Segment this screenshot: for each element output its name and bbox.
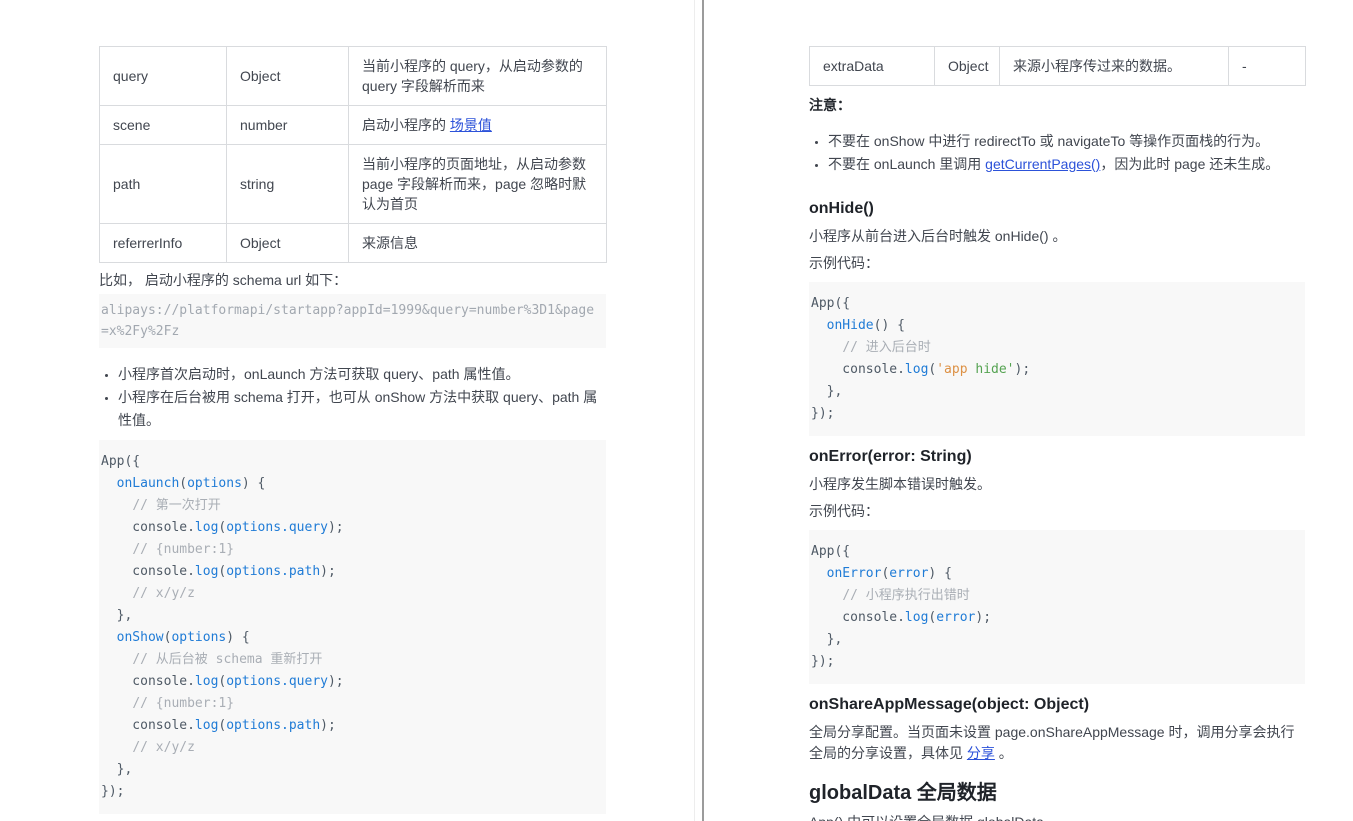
table-row-referrerinfo: referrerInfo Object 来源信息 <box>99 223 607 263</box>
param-type: string <box>226 144 349 224</box>
schema-intro-text: 比如， 启动小程序的 schema url 如下： <box>99 272 348 288</box>
param-type: number <box>226 105 349 145</box>
param-type: Object <box>226 223 349 263</box>
table-row-path: path string 当前小程序的页面地址，从启动参数 page 字段解析而来… <box>99 144 607 224</box>
page-edge-line <box>694 0 695 821</box>
section-title-onerror: onError(error: String) <box>809 448 972 465</box>
param-type: Object <box>934 46 1000 86</box>
param-desc: 当前小程序的页面地址，从启动参数 page 字段解析而来，page 忽略时默认为… <box>348 144 607 224</box>
onerror-desc: 小程序发生脚本错误时触发。 <box>809 476 991 492</box>
app-lifecycle-code-block: App({ onLaunch(options) { // 第一次打开 conso… <box>99 440 606 814</box>
schema-url-code: alipays://platformapi/startapp?appId=199… <box>99 294 606 348</box>
list-item: 小程序首次启动时，onLaunch 方法可获取 query、path 属性值。 <box>118 363 606 386</box>
scene-value-link[interactable]: 场景值 <box>450 117 492 133</box>
onhide-code-block: App({ onHide() { // 进入后台时 console.log('a… <box>809 282 1305 436</box>
param-desc: 启动小程序的 场景值 <box>348 105 607 145</box>
param-name: referrerInfo <box>99 223 227 263</box>
desc-text: 启动小程序的 <box>362 117 450 133</box>
section-title-onshareappmessage: onShareAppMessage(object: Object) <box>809 696 1090 713</box>
globaldata-desc: App() 中可以设置全局数据 globalData。 <box>809 812 1305 821</box>
param-name: extraData <box>809 46 935 86</box>
notice-label: 注意： <box>809 97 851 113</box>
table-row-scene: scene number 启动小程序的 场景值 <box>99 105 607 145</box>
param-desc: 当前小程序的 query，从启动参数的 query 字段解析而来 <box>348 46 607 106</box>
onshare-desc: 全局分享配置。当页面未设置 page.onShareAppMessage 时，调… <box>809 722 1305 764</box>
param-name: query <box>99 46 227 106</box>
sample-code-label: 示例代码： <box>809 255 879 271</box>
sample-code-label: 示例代码： <box>809 503 879 519</box>
param-type: Object <box>226 46 349 106</box>
page-left: query Object 当前小程序的 query，从启动参数的 query 字… <box>99 46 607 821</box>
share-link[interactable]: 分享 <box>967 745 995 761</box>
section-title-globaldata: globalData 全局数据 <box>809 782 997 804</box>
list-item: 不要在 onShow 中进行 redirectTo 或 navigateTo 等… <box>828 130 1305 153</box>
param-name: path <box>99 144 227 224</box>
param-min-version: - <box>1228 46 1306 86</box>
page-right: extraData Object 来源小程序传过来的数据。 - 注意： 不要在 … <box>809 46 1306 821</box>
app-options-table: query Object 当前小程序的 query，从启动参数的 query 字… <box>99 46 607 263</box>
param-desc: 来源小程序传过来的数据。 <box>999 46 1229 86</box>
param-desc: 来源信息 <box>348 223 607 263</box>
table-row-extradata: extraData Object 来源小程序传过来的数据。 - <box>809 46 1306 86</box>
onhide-desc: 小程序从前台进入后台时触发 onHide() 。 <box>809 228 1067 244</box>
launch-notes-list: 小程序首次启动时，onLaunch 方法可获取 query、path 属性值。 … <box>99 363 606 432</box>
table-row-query: query Object 当前小程序的 query，从启动参数的 query 字… <box>99 46 607 106</box>
list-item-text: ，因为此时 page 还未生成。 <box>1100 156 1280 172</box>
onerror-code-block: App({ onError(error) { // 小程序执行出错时 conso… <box>809 530 1305 684</box>
list-item-text: 小程序首次启动时，onLaunch 方法可获取 query、path 属性值。 <box>118 366 520 382</box>
notice-list: 不要在 onShow 中进行 redirectTo 或 navigateTo 等… <box>809 130 1305 176</box>
desc-text: 全局分享配置。当页面未设置 page.onShareAppMessage 时，调… <box>809 724 1295 761</box>
page-divider-line <box>702 0 704 821</box>
list-item-text: 不要在 onLaunch 里调用 <box>828 156 986 172</box>
list-item: 不要在 onLaunch 里调用 getCurrentPages()，因为此时 … <box>828 153 1305 176</box>
list-item-text: 不要在 onShow 中进行 redirectTo 或 navigateTo 等… <box>828 133 1270 149</box>
list-item-text: 小程序在后台被用 schema 打开，也可从 onShow 方法中获取 quer… <box>118 389 598 428</box>
desc-text: 。 <box>994 745 1013 761</box>
list-item: 小程序在后台被用 schema 打开，也可从 onShow 方法中获取 quer… <box>118 386 606 432</box>
getcurrentpages-link[interactable]: getCurrentPages() <box>985 156 1100 172</box>
extradata-table: extraData Object 来源小程序传过来的数据。 - <box>809 46 1306 86</box>
section-title-onhide: onHide() <box>809 200 874 217</box>
document-canvas: query Object 当前小程序的 query，从启动参数的 query 字… <box>0 0 1353 821</box>
param-name: scene <box>99 105 227 145</box>
